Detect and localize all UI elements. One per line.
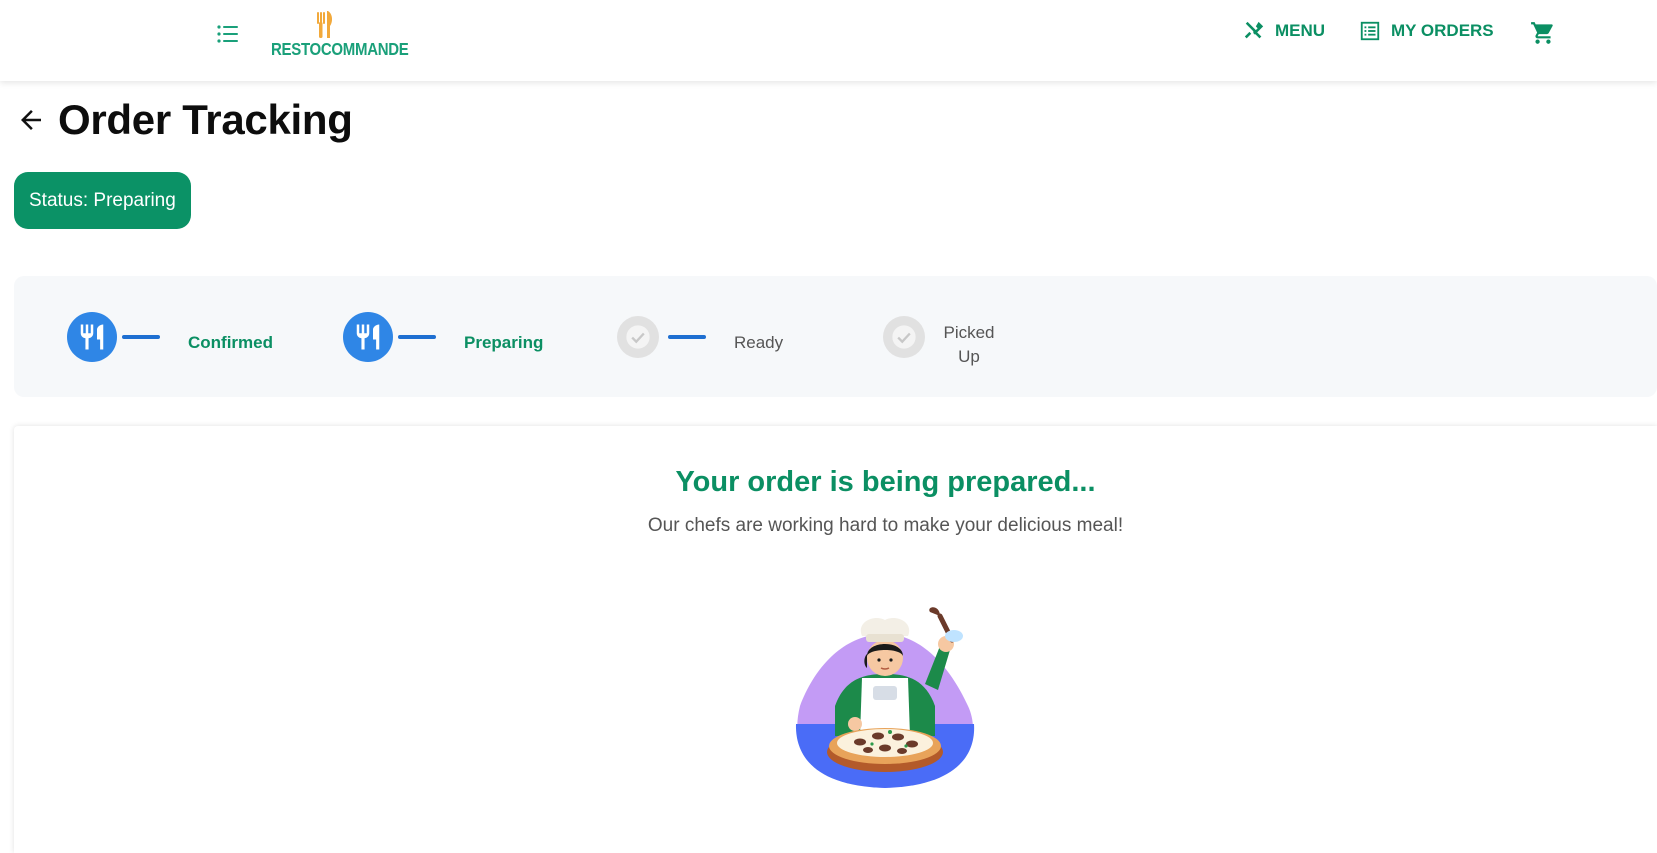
logo-text[interactable]: RESTOCOMMANDE [271, 40, 409, 60]
check-circle-icon [626, 325, 650, 349]
top-navbar: RESTOCOMMANDE MENU MY ORDERS [0, 0, 1657, 81]
page-header: Order Tracking [16, 96, 353, 144]
step-confirmed-label: Confirmed [188, 333, 273, 352]
step-connector [398, 335, 436, 339]
step-preparing-icon [343, 312, 393, 362]
arrow-back-icon[interactable] [16, 105, 46, 135]
receipt-list-icon [1360, 21, 1380, 41]
nav-menu-link[interactable]: MENU [1243, 20, 1325, 42]
step-ready-icon [617, 316, 659, 358]
nav-menu-label: MENU [1275, 21, 1326, 40]
nav-my-orders-link[interactable]: MY ORDERS [1359, 20, 1494, 42]
utensils-cross-icon [1244, 21, 1264, 39]
step-connector [122, 335, 160, 339]
step-preparing-label: Preparing [464, 333, 544, 352]
status-headline: Your order is being prepared... [675, 466, 1096, 498]
shopping-cart-icon[interactable] [1530, 20, 1556, 46]
nav-my-orders-label: MY ORDERS [1391, 21, 1494, 40]
step-connector [668, 335, 706, 339]
step-ready-label: Ready [734, 333, 784, 352]
check-circle-icon [892, 325, 916, 349]
chef-pizza-illustration [795, 607, 975, 788]
restaurant-icon [80, 324, 104, 350]
step-picked-up-icon [883, 316, 925, 358]
order-progress-stepper: Confirmed Preparing Ready Picked Up [14, 276, 1657, 397]
page-title: Order Tracking [58, 96, 353, 143]
menu-list-icon[interactable] [216, 22, 240, 46]
step-confirmed-icon [67, 312, 117, 362]
status-subtitle: Our chefs are working hard to make your … [647, 515, 1124, 536]
step-picked-up-label: Picked Up [943, 323, 995, 366]
status-badge: Status: Preparing [14, 172, 191, 229]
restaurant-icon [356, 324, 380, 350]
